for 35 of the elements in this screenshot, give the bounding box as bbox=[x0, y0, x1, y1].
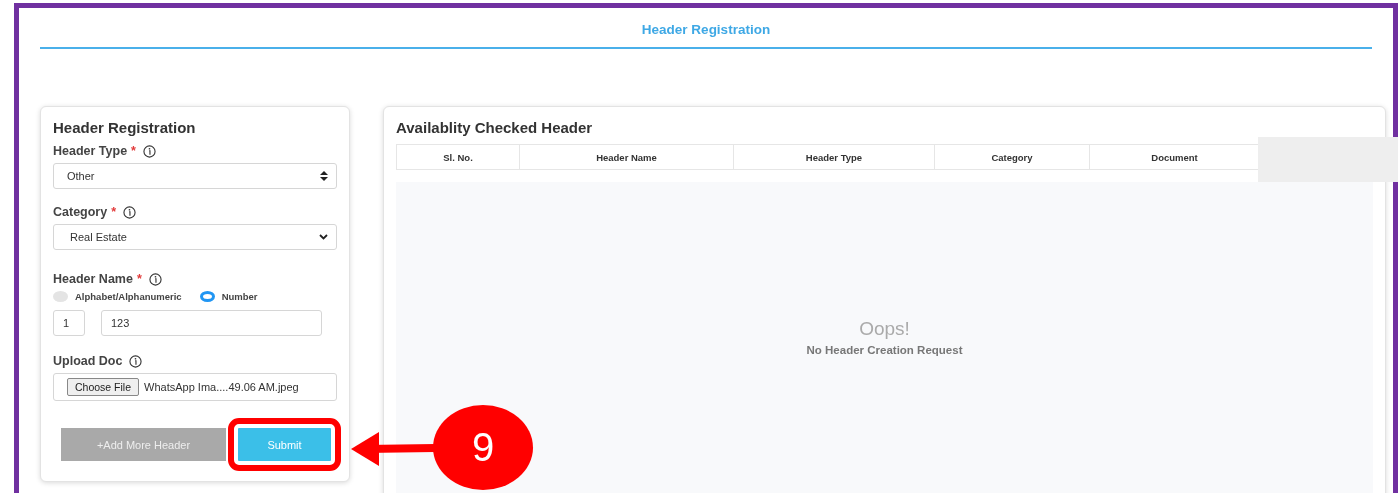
radio-label[interactable]: Alphabet/Alphanumeric bbox=[75, 291, 182, 302]
radio-button[interactable] bbox=[53, 291, 68, 302]
empty-message: No Header Creation Request bbox=[806, 344, 963, 356]
radio-label[interactable]: Number bbox=[221, 291, 258, 302]
field-label: Category bbox=[53, 205, 108, 219]
column-header: Category bbox=[991, 151, 1033, 163]
radio-button[interactable] bbox=[199, 291, 215, 302]
header-type-select[interactable]: Other bbox=[53, 163, 337, 189]
field-label: Header Name bbox=[53, 272, 133, 286]
column-header: Document bbox=[1151, 151, 1198, 163]
page-title: Header Registration bbox=[641, 21, 771, 37]
info-icon bbox=[143, 144, 156, 158]
empty-title: Oops! bbox=[859, 318, 910, 340]
card-title: Header Registration bbox=[53, 119, 197, 136]
file-name: WhatsApp Ima....49.06 AM.jpeg bbox=[144, 381, 299, 393]
required-asterisk: * bbox=[131, 144, 136, 158]
file-input-field[interactable]: Choose File WhatsApp Ima....49.06 AM.jpeg bbox=[53, 373, 337, 401]
field-label: Header Type bbox=[53, 144, 128, 158]
card-title: Availablity Checked Header bbox=[396, 119, 594, 136]
sort-caret-icon bbox=[320, 171, 328, 181]
header-name-input-field[interactable]: 123 bbox=[101, 310, 322, 336]
column-header: Header Type bbox=[805, 151, 863, 163]
required-asterisk: * bbox=[136, 272, 142, 286]
choose-file-button[interactable]: Choose File bbox=[67, 378, 140, 396]
info-icon bbox=[148, 272, 162, 286]
field-label: Upload Doc bbox=[53, 354, 123, 368]
category-select[interactable]: Real Estate bbox=[53, 224, 337, 250]
column-header: Sl. No. bbox=[443, 151, 473, 163]
arrow-icon bbox=[351, 432, 435, 466]
required-asterisk: * bbox=[111, 205, 117, 219]
column-header: Header Name bbox=[596, 151, 657, 163]
prefix-input-field[interactable]: 1 bbox=[53, 310, 85, 336]
info-icon bbox=[123, 205, 137, 219]
info-icon bbox=[129, 354, 143, 368]
chevron-down-icon bbox=[319, 234, 328, 240]
